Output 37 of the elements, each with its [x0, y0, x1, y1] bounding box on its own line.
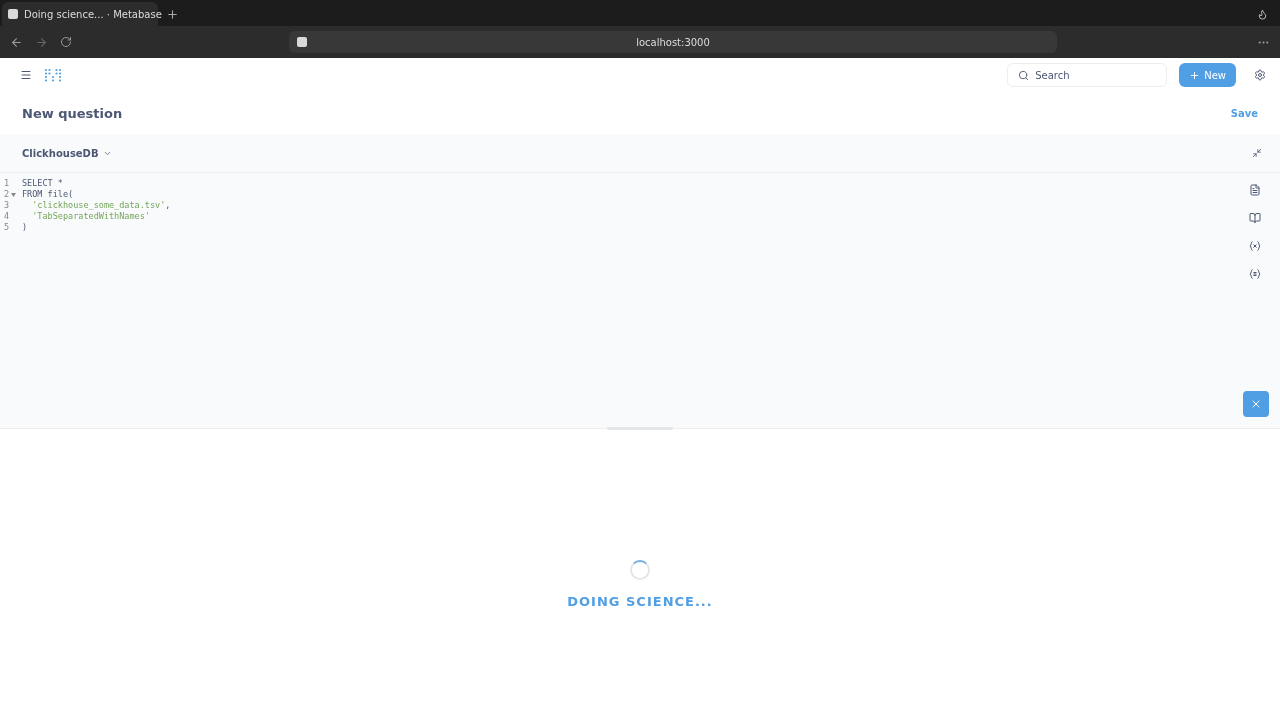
favicon-icon: [8, 9, 18, 19]
address-bar[interactable]: localhost:3000: [289, 31, 1057, 53]
favicon-icon: [297, 37, 307, 47]
snippet-icon[interactable]: [1249, 268, 1261, 280]
menu-icon[interactable]: [20, 69, 32, 81]
flame-icon[interactable]: [1257, 9, 1268, 20]
code-text: 'clickhouse_some_data.tsv': [32, 200, 166, 210]
code-text: 'TabSeparatedWithNames': [32, 210, 150, 221]
loading-message: DOING SCIENCE...: [567, 594, 713, 609]
new-tab-icon[interactable]: [166, 8, 179, 21]
fold-caret-icon[interactable]: [11, 193, 17, 198]
search-icon: [1018, 69, 1030, 81]
database-picker[interactable]: ClickhouseDB: [22, 147, 112, 159]
plus-icon: [1189, 69, 1201, 81]
reload-icon[interactable]: [60, 36, 72, 48]
question-title: New question: [22, 105, 123, 121]
code-text: ): [22, 221, 28, 232]
line-number: 2: [4, 189, 10, 200]
settings-icon[interactable]: [1254, 69, 1266, 81]
close-icon: [1250, 398, 1262, 410]
line-number: 4: [4, 210, 10, 221]
sql-editor[interactable]: 1 SELECT * 2 FROM file( 3 'clickhouse_some_data.tsv', 4 'TabSeparatedWithNames' 5 ): [0, 178, 1230, 428]
cancel-button[interactable]: [1243, 391, 1269, 417]
code-text: FROM file(: [22, 189, 74, 200]
variable-icon[interactable]: [1249, 240, 1261, 252]
search-field[interactable]: Search: [1007, 63, 1168, 87]
code-text: SELECT *: [22, 178, 63, 189]
line-number: 1: [4, 178, 10, 189]
code-text: ,: [165, 200, 171, 210]
document-icon[interactable]: [1249, 184, 1261, 196]
line-number: 5: [4, 221, 10, 232]
book-icon[interactable]: [1249, 212, 1261, 224]
forward-icon[interactable]: [35, 35, 48, 49]
logo-icon[interactable]: [44, 67, 62, 83]
line-number: 3: [4, 200, 10, 210]
back-icon[interactable]: [10, 35, 23, 49]
collapse-icon[interactable]: [1252, 148, 1262, 158]
